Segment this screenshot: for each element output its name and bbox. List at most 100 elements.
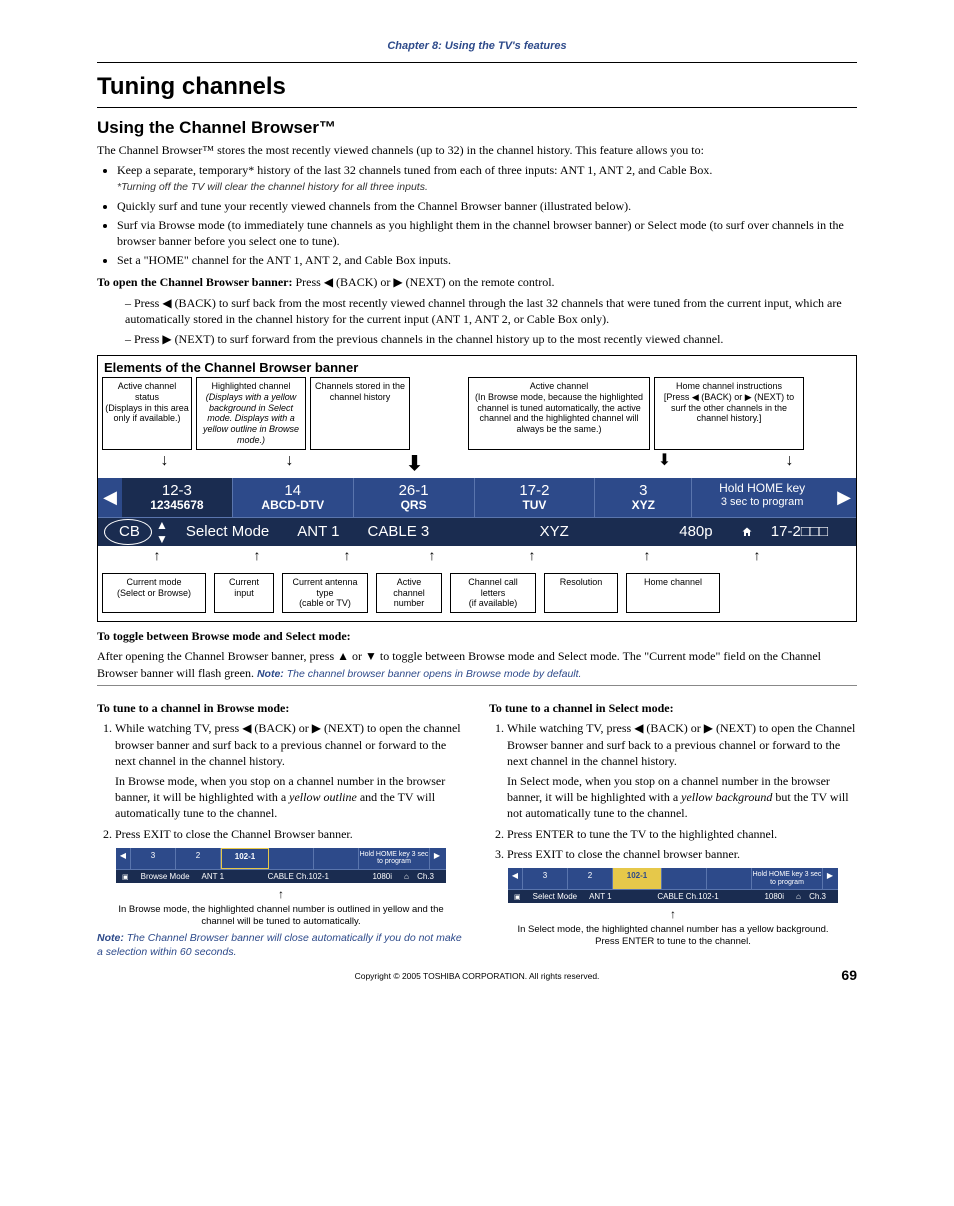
cell-top: 3: [595, 482, 691, 499]
mini-home-text: Ch.3: [411, 870, 440, 883]
banner-left-arrow-icon: ◀: [98, 478, 122, 517]
note-label: Note:: [97, 932, 124, 944]
cb-badge-icon: CB: [104, 519, 152, 545]
toggle-head: To toggle between Browse mode and Select…: [97, 628, 857, 644]
arrow-up-icon: ↑: [472, 546, 592, 567]
mini-cell: [314, 848, 359, 869]
arrow-up-icon: ↑: [702, 546, 812, 567]
b-li1b: In Browse mode, when you stop on a chann…: [115, 773, 465, 822]
c2-l1: Highlighted channel: [211, 381, 290, 391]
mini-right-icon: ▶: [430, 848, 444, 869]
mini-inp: ANT 1: [196, 870, 231, 883]
banner-right-arrow-icon: ▶: [832, 478, 856, 517]
mini-home: ⌂ Ch.3: [398, 870, 446, 883]
c1-l1: Active channel status: [118, 381, 177, 402]
intro-p: The Channel Browser™ stores the most rec…: [97, 142, 857, 158]
bullet-2: Quickly surf and tune your recently view…: [117, 198, 857, 214]
elements-title: Elements of the Channel Browser banner: [98, 356, 856, 377]
mini-left-icon: ◀: [116, 848, 131, 869]
mini-mode: Browse Mode: [135, 870, 196, 883]
bc-input: Current input: [214, 573, 274, 613]
mini-mid: CABLE Ch.102-1: [230, 870, 366, 883]
bc-ant: Current antenna type (cable or TV): [282, 573, 368, 613]
arrow-up-icon: ↑: [212, 546, 302, 567]
mini-cell: [707, 868, 752, 889]
mini-cell: 2: [568, 868, 613, 889]
bc-l1: Current antenna type: [292, 577, 357, 598]
bc-l2: (if available): [469, 598, 518, 608]
mini-top: ◀ 3 2 102-1 Hold HOME key 3 sec to progr…: [508, 868, 838, 889]
home-icon: [741, 526, 753, 538]
bc-res: Resolution: [544, 573, 618, 613]
c4-l2: (In Browse mode, because the highlighted…: [475, 392, 643, 434]
dash-1: – Press ◀ (BACK) to surf back from the m…: [125, 295, 857, 327]
s-li1b-em: yellow background: [681, 790, 772, 804]
dash-1-text: Press ◀ (BACK) to surf back from the mos…: [125, 296, 842, 326]
arrow-down-icon: ↓: [727, 450, 852, 478]
bottom-callouts: Current mode (Select or Browse) Current …: [98, 567, 856, 621]
mini-cell: [662, 868, 707, 889]
select-steps: While watching TV, press ◀ (BACK) or ▶ (…: [507, 720, 857, 862]
banner-cell-home: Hold HOME key 3 sec to program: [692, 478, 832, 517]
b-li1: While watching TV, press ◀ (BACK) or ▶ (…: [115, 721, 461, 767]
banner-top-row: ◀ 12-3 12345678 14 ABCD-DTV 26-1 QRS 17-…: [98, 478, 856, 517]
banner-cell-0: 12-3 12345678: [122, 478, 233, 517]
mini-cell-home: Hold HOME key 3 sec to program: [752, 868, 823, 889]
toggle-note: The channel browser banner opens in Brow…: [284, 668, 582, 680]
bottom-ch: XYZ: [443, 520, 665, 543]
page-h1: Tuning channels: [97, 73, 857, 101]
select-head: To tune to a channel in Select mode:: [489, 700, 857, 716]
mini-cell: 3: [523, 868, 568, 889]
c5-l1: Home channel instructions: [676, 381, 782, 391]
c1-l2: (Displays in this area only if available…: [105, 403, 189, 424]
select-step-1: While watching TV, press ◀ (BACK) or ▶ (…: [507, 720, 857, 821]
cell-bot: 12345678: [122, 499, 232, 513]
cell-bot: ABCD-DTV: [233, 499, 353, 513]
banner-cell-3: 17-2 TUV: [475, 478, 596, 517]
note-text: The Channel Browser banner will close au…: [97, 932, 462, 958]
c2-l2: (Displays with a yellow background in Se…: [203, 392, 299, 445]
mini-top: ◀ 3 2 102-1 Hold HOME key 3 sec to progr…: [116, 848, 446, 869]
page-number: 69: [841, 967, 857, 983]
mini-bot: ▣ Browse Mode ANT 1 CABLE Ch.102-1 1080i…: [116, 869, 446, 883]
callout-active-status: Active channel status (Displays in this …: [102, 377, 192, 450]
mini-cell: 3: [131, 848, 176, 869]
callout-history: Channels stored in the channel history: [310, 377, 410, 450]
bottom-home: 17-2□□□: [727, 520, 856, 543]
footer-copyright: Copyright © 2005 TOSHIBA CORPORATION. Al…: [97, 971, 857, 981]
cell-top: 17-2: [475, 482, 595, 499]
arrow-down-icon: ⬇: [352, 450, 477, 478]
mini-banner-select: ◀ 3 2 102-1 Hold HOME key 3 sec to progr…: [508, 868, 838, 903]
mini-left-icon: ◀: [508, 868, 523, 889]
mini-right-icon: ▶: [823, 868, 837, 889]
mini-cell: [269, 848, 314, 869]
channel-browser-banner: ◀ 12-3 12345678 14 ABCD-DTV 26-1 QRS 17-…: [98, 478, 856, 546]
spacer: [414, 377, 464, 450]
cell-bot: 3 sec to program: [692, 496, 832, 509]
two-columns: To tune to a channel in Browse mode: Whi…: [97, 694, 857, 963]
bullet-3: Surf via Browse mode (to immediately tun…: [117, 217, 857, 249]
arrow-up-icon: ↑: [392, 546, 472, 567]
c4-l1: Active channel: [530, 381, 589, 391]
bottom-home-text: 17-2□□□: [757, 520, 842, 543]
mini-banner-browse: ◀ 3 2 102-1 Hold HOME key 3 sec to progr…: [116, 848, 446, 883]
left-column: To tune to a channel in Browse mode: Whi…: [97, 694, 465, 963]
top-callouts: Active channel status (Displays in this …: [98, 377, 856, 450]
browse-head: To tune to a channel in Browse mode:: [97, 700, 465, 716]
arrows-up: ↑ ↑ ↑ ↑ ↑ ↑ ↑: [98, 546, 856, 567]
mini-mid: CABLE Ch.102-1: [618, 890, 759, 903]
browse-step-1: While watching TV, press ◀ (BACK) or ▶ (…: [115, 720, 465, 821]
arrow-down-icon: ⬇: [602, 450, 727, 478]
banner-cell-4: 3 XYZ: [595, 478, 692, 517]
right-column: To tune to a channel in Select mode: Whi…: [489, 694, 857, 963]
up-down-icon: ▲▼: [152, 518, 172, 546]
bottom-input: ANT 1: [283, 520, 353, 543]
bc-l2: (Select or Browse): [117, 588, 191, 598]
cell-top: Hold HOME key: [692, 482, 832, 496]
c3-l1: Channels stored in the channel history: [315, 381, 405, 402]
select-step-3: Press EXIT to close the channel browser …: [507, 846, 857, 862]
b-li1b-em: yellow outline: [289, 790, 357, 804]
callout-home-instructions: Home channel instructions [Press ◀ (BACK…: [654, 377, 804, 450]
browse-step-2: Press EXIT to close the Channel Browser …: [115, 826, 465, 842]
spacer: [477, 450, 602, 478]
